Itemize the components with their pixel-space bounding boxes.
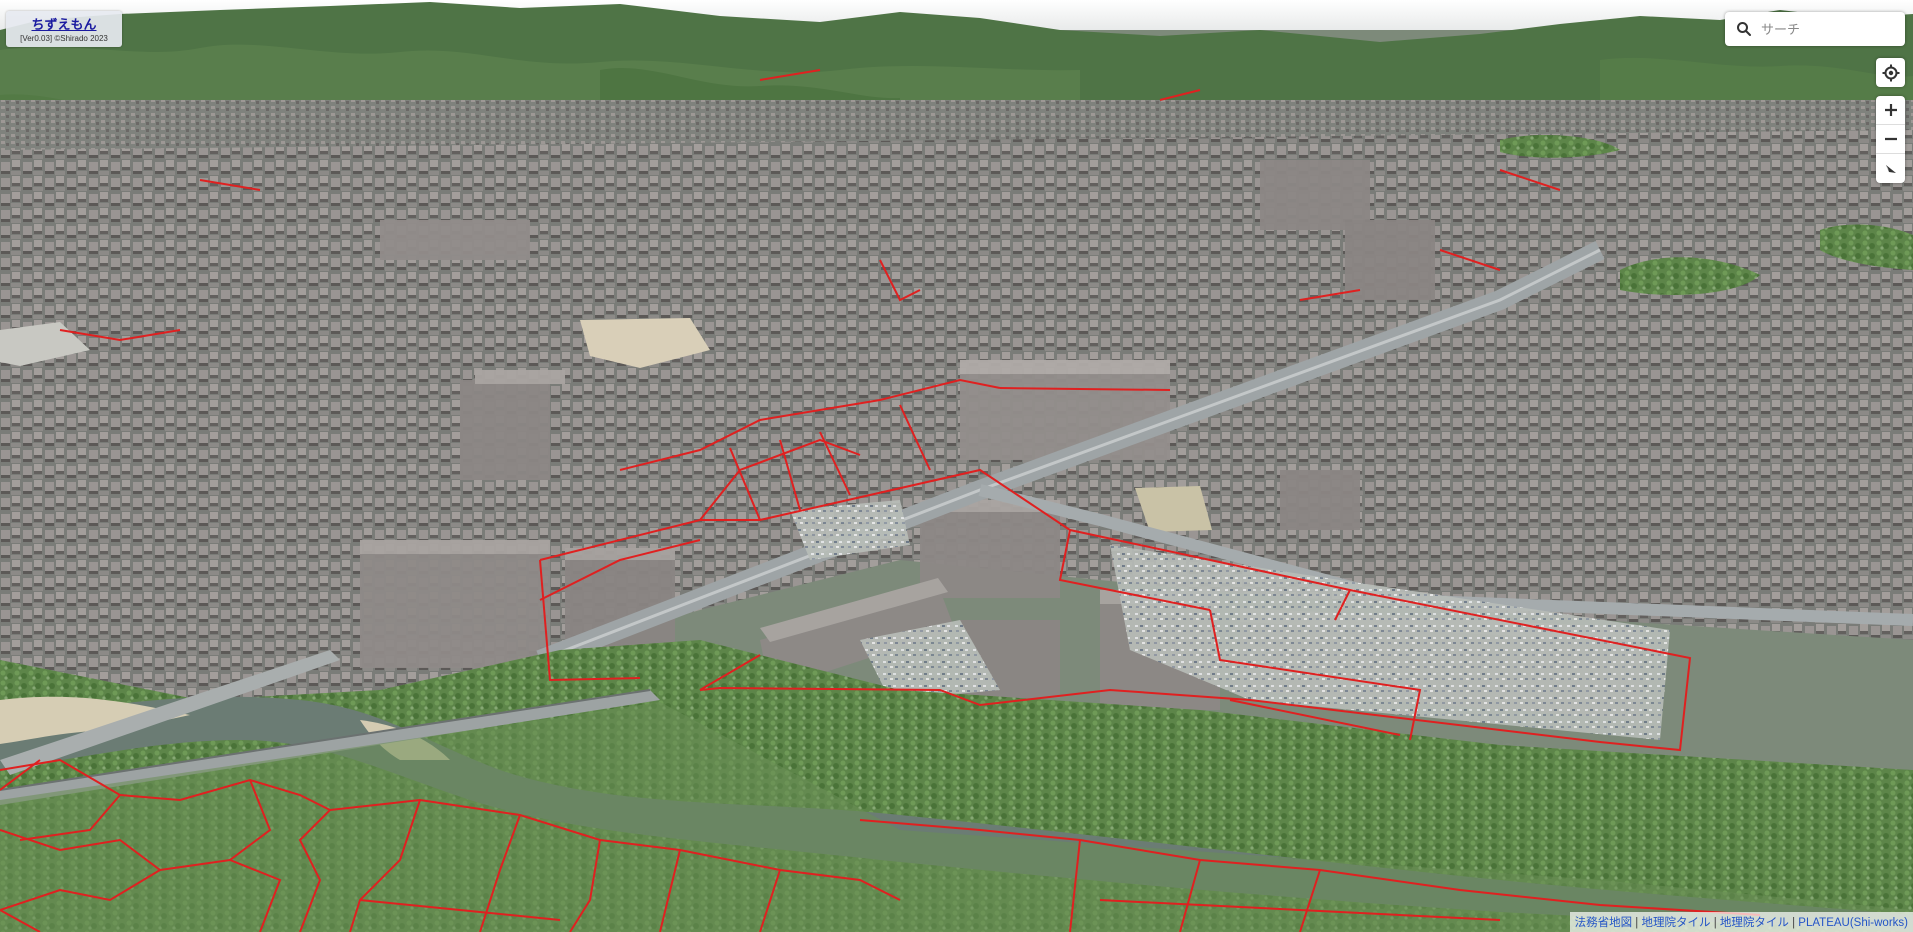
map-canvas[interactable] <box>0 0 1913 932</box>
attribution-separator: | <box>1635 917 1639 929</box>
version-label: [Ver0.03] ©Shirado 2023 <box>20 34 108 43</box>
search-input[interactable] <box>1759 13 1901 45</box>
attribution-separator: | <box>1792 917 1796 929</box>
geolocate-icon <box>1882 64 1899 81</box>
plus-icon <box>1884 104 1897 116</box>
compass-icon <box>1885 164 1896 173</box>
compass-button[interactable] <box>1876 154 1905 183</box>
search-icon[interactable] <box>1729 14 1759 44</box>
geolocate-control <box>1876 58 1905 87</box>
attribution-link-gsi-1[interactable]: 地理院タイル <box>1641 917 1710 929</box>
map-scene <box>0 0 1913 932</box>
attribution-link-plateau[interactable]: PLATEAU(Shi-works) <box>1798 917 1908 929</box>
geolocate-button[interactable] <box>1876 58 1905 87</box>
zoom-out-button[interactable] <box>1876 125 1905 154</box>
zoom-in-button[interactable] <box>1876 96 1905 125</box>
attribution-bar: 法務省地図 | 地理院タイル | 地理院タイル | PLATEAU(Shi-wo… <box>1569 912 1913 932</box>
minus-icon <box>1884 137 1897 141</box>
app-title-box: ちずえもん [Ver0.03] ©Shirado 2023 <box>6 11 122 47</box>
attribution-link-moj[interactable]: 法務省地図 <box>1575 917 1633 929</box>
search-box[interactable] <box>1725 12 1905 46</box>
attribution-separator: | <box>1713 917 1717 929</box>
navigation-control <box>1876 96 1905 183</box>
app-title-link[interactable]: ちずえもん <box>6 14 122 33</box>
attribution-link-gsi-2[interactable]: 地理院タイル <box>1720 917 1789 929</box>
